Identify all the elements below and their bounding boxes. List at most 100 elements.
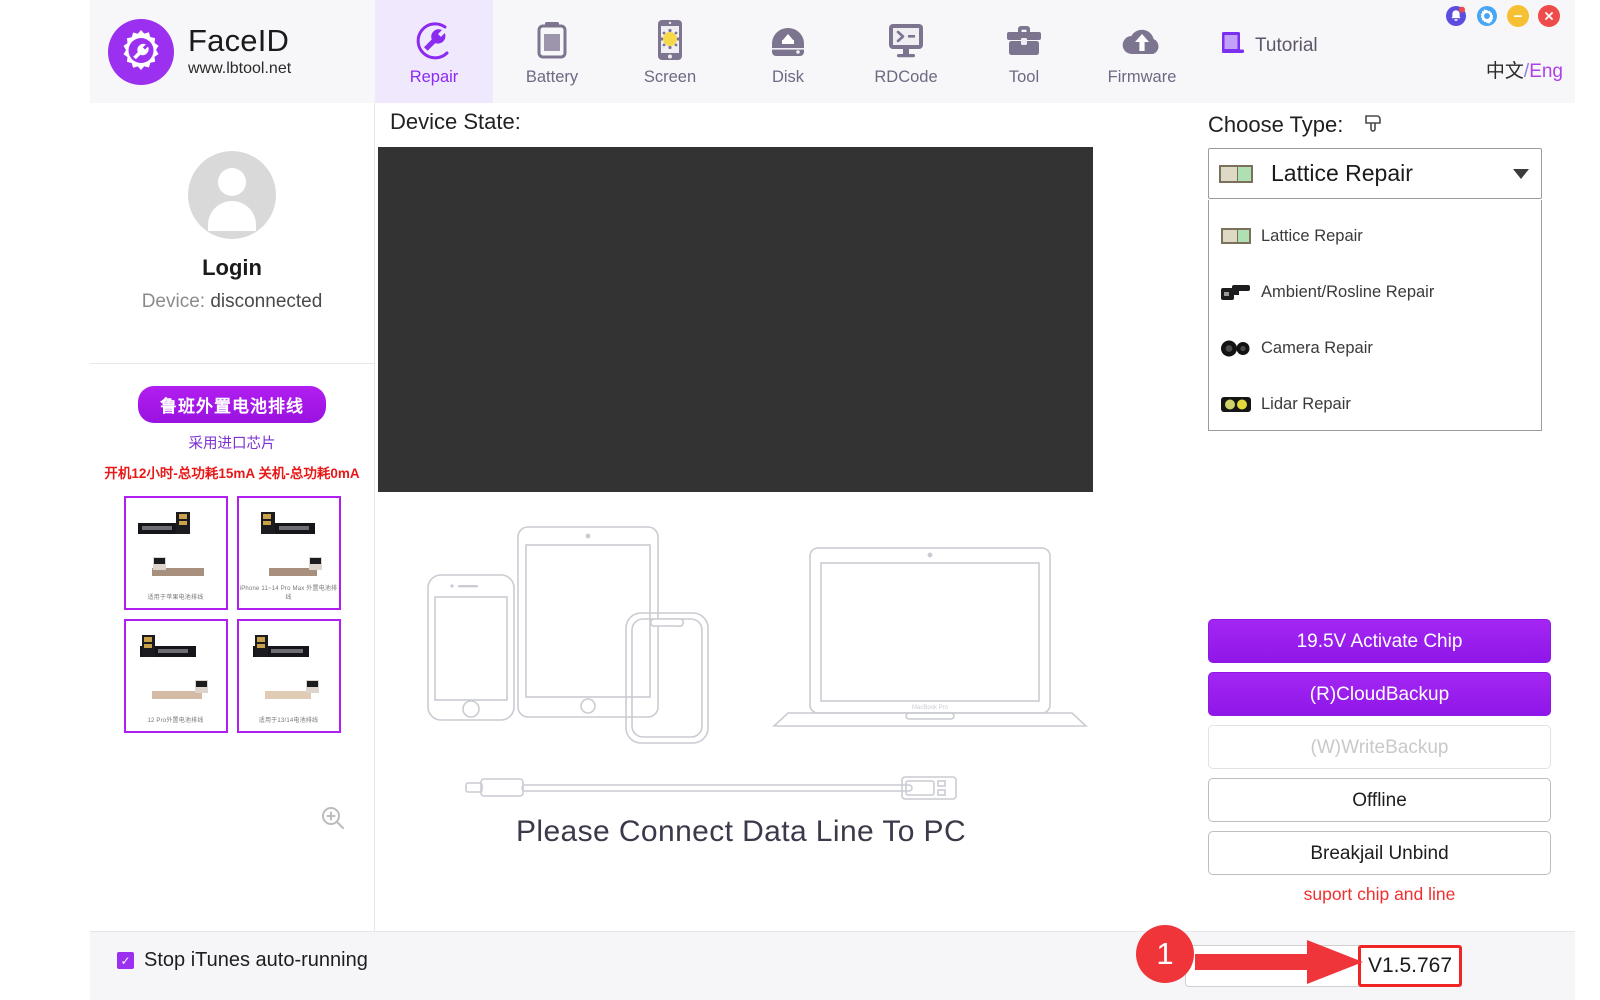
tab-screen[interactable]: Screen	[611, 0, 729, 103]
promo-spec: 开机12小时-总功耗15mA 关机-总功耗0mA	[104, 466, 360, 481]
window-controls	[1445, 5, 1560, 27]
lidar-module-icon	[1221, 396, 1251, 412]
write-backup-button: (W)WriteBackup	[1208, 725, 1551, 769]
cloud-upload-icon	[1119, 16, 1165, 62]
tab-label: Battery	[525, 68, 579, 86]
zoom-in-icon[interactable]	[320, 805, 346, 831]
dropdown-option-lidar-repair[interactable]: Lidar Repair	[1209, 376, 1541, 432]
dropdown-option-camera-repair[interactable]: Camera Repair	[1209, 320, 1541, 376]
book-icon	[1220, 30, 1246, 62]
offline-button[interactable]: Offline	[1208, 778, 1551, 822]
checkbox-checked-icon[interactable]: ✓	[117, 952, 134, 969]
tab-label: Repair	[409, 68, 459, 86]
product-thumbnail[interactable]: 适用于13/14电池排线	[236, 619, 341, 733]
lattice-module-icon	[1221, 227, 1251, 244]
lang-cn[interactable]: 中文	[1486, 61, 1524, 82]
ambient-sensor-icon	[1221, 284, 1250, 300]
flex-cable-image	[137, 512, 190, 534]
login-label[interactable]: Login	[90, 255, 374, 281]
dropdown-option-label: Camera Repair	[1261, 338, 1373, 357]
tutorial-button[interactable]: Tutorial	[1220, 30, 1318, 62]
thumbnail-caption: 适用于13/14电池排线	[258, 718, 319, 724]
close-icon[interactable]	[1538, 5, 1560, 27]
device-status-value: disconnected	[210, 291, 323, 312]
cloud-backup-button[interactable]: (R)CloudBackup	[1208, 672, 1551, 716]
battery-icon	[532, 16, 572, 62]
stop-itunes-label: Stop iTunes auto-running	[144, 949, 368, 971]
choose-type-row: Choose Type:	[1208, 109, 1385, 140]
tab-disk[interactable]: Disk	[729, 0, 847, 103]
promo-title: 鲁班外置电池排线	[138, 386, 326, 423]
flex-cable-image	[268, 557, 322, 576]
device-status-key: Device:	[141, 291, 206, 312]
lattice-module-icon	[1219, 164, 1253, 183]
terminal-icon	[884, 16, 928, 62]
main-content: Device State: MacBook Pro Please Connect…	[376, 103, 1575, 931]
language-switcher[interactable]: 中文/Eng	[1486, 56, 1563, 83]
choose-type-dropdown: Lattice Repair Ambient/Rosline Repair Ca…	[1208, 200, 1542, 431]
tab-label: Tool	[1008, 68, 1040, 86]
login-block[interactable]: Login Device: disconnected	[90, 103, 374, 313]
device-state-log-panel[interactable]	[378, 147, 1093, 492]
thumbnail-caption: iPhone 11~14 Pro Max 外置电池排线	[239, 586, 338, 601]
annotation-step-badge: 1	[1136, 925, 1194, 983]
minimize-icon[interactable]	[1507, 5, 1529, 27]
product-thumbnail[interactable]: iPhone 11~14 Pro Max 外置电池排线	[236, 496, 341, 610]
camera-lens-icon	[1221, 340, 1250, 356]
dropdown-option-lattice-repair[interactable]: Lattice Repair	[1209, 208, 1541, 264]
flex-cable-image	[260, 512, 315, 534]
connect-devices-illustration: MacBook Pro	[427, 526, 1089, 800]
dropdown-option-label: Lidar Repair	[1261, 394, 1351, 413]
dropdown-option-label: Lattice Repair	[1261, 226, 1363, 245]
promo-subtitle: 采用进口芯片	[188, 436, 276, 452]
lang-en[interactable]: Eng	[1529, 61, 1563, 82]
tab-rdcode[interactable]: RDCode	[847, 0, 965, 103]
flex-cable-image	[151, 680, 208, 699]
app-header: FaceID www.lbtool.net Repair Battery Scr…	[90, 0, 1575, 103]
brand-title: FaceID	[188, 22, 290, 58]
brand-block: FaceID www.lbtool.net	[90, 0, 375, 103]
dropdown-option-label: Ambient/Rosline Repair	[1261, 282, 1435, 301]
connect-prompt: Please Connect Data Line To PC	[515, 815, 967, 848]
thumbnail-caption: 适用于苹果电池排线	[147, 595, 204, 601]
device-state-label: Device State:	[390, 109, 521, 134]
chevron-down-icon[interactable]	[1513, 168, 1529, 179]
dropdown-option-ambient-rosline-repair[interactable]: Ambient/Rosline Repair	[1209, 264, 1541, 320]
notification-bell-icon[interactable]	[1445, 5, 1467, 27]
tab-label: Disk	[771, 68, 805, 86]
action-buttons: 19.5V Activate Chip (R)CloudBackup (W)Wr…	[1208, 619, 1551, 905]
tab-tool[interactable]: Tool	[965, 0, 1083, 103]
version-badge: V1.5.767	[1358, 945, 1462, 987]
left-sidebar: Login Device: disconnected 鲁班外置电池排线 采用进口…	[90, 103, 375, 931]
right-arrow-icon	[1195, 940, 1363, 984]
tab-label: Firmware	[1107, 68, 1177, 86]
tab-label: Screen	[643, 68, 697, 86]
tab-battery[interactable]: Battery	[493, 0, 611, 103]
product-thumbnail[interactable]: 适用于苹果电池排线	[123, 496, 228, 610]
breakjail-unbind-button[interactable]: Breakjail Unbind	[1208, 831, 1551, 875]
flex-cable-image	[252, 635, 309, 657]
thumbnail-caption: 12 Pro外置电池排线	[147, 718, 204, 724]
stop-itunes-checkbox-row[interactable]: ✓ Stop iTunes auto-running	[117, 949, 368, 972]
tab-firmware[interactable]: Firmware	[1083, 0, 1201, 103]
nav-tabs: Repair Battery Screen Disk RDCode Tool F…	[375, 0, 1201, 103]
tab-label: RDCode	[874, 68, 938, 86]
device-connection-status: Device: disconnected	[90, 291, 374, 313]
user-avatar-icon	[188, 151, 276, 239]
macbook-caption: MacBook Pro	[912, 705, 949, 711]
flex-cable-image	[139, 635, 196, 657]
wrench-circle-icon	[412, 16, 456, 62]
disk-icon	[766, 16, 810, 62]
choose-type-label: Choose Type:	[1208, 111, 1344, 137]
gear-wrench-icon	[108, 18, 174, 85]
settings-gear-icon[interactable]	[1476, 5, 1498, 27]
toolbox-icon	[1002, 16, 1046, 62]
promo-thumbnail-grid: 适用于苹果电池排线 iPhone 11~14 Pro Max 外置电池排线 12…	[90, 496, 374, 733]
product-thumbnail[interactable]: 12 Pro外置电池排线	[123, 619, 228, 733]
tab-repair[interactable]: Repair	[375, 0, 493, 103]
hand-pointer-icon	[1359, 109, 1385, 140]
tutorial-label: Tutorial	[1255, 35, 1318, 56]
activate-chip-button[interactable]: 19.5V Activate Chip	[1208, 619, 1551, 663]
promo-banner: 鲁班外置电池排线 采用进口芯片 开机12小时-总功耗15mA 关机-总功耗0mA	[90, 364, 374, 733]
choose-type-select[interactable]: Lattice Repair	[1208, 148, 1542, 199]
